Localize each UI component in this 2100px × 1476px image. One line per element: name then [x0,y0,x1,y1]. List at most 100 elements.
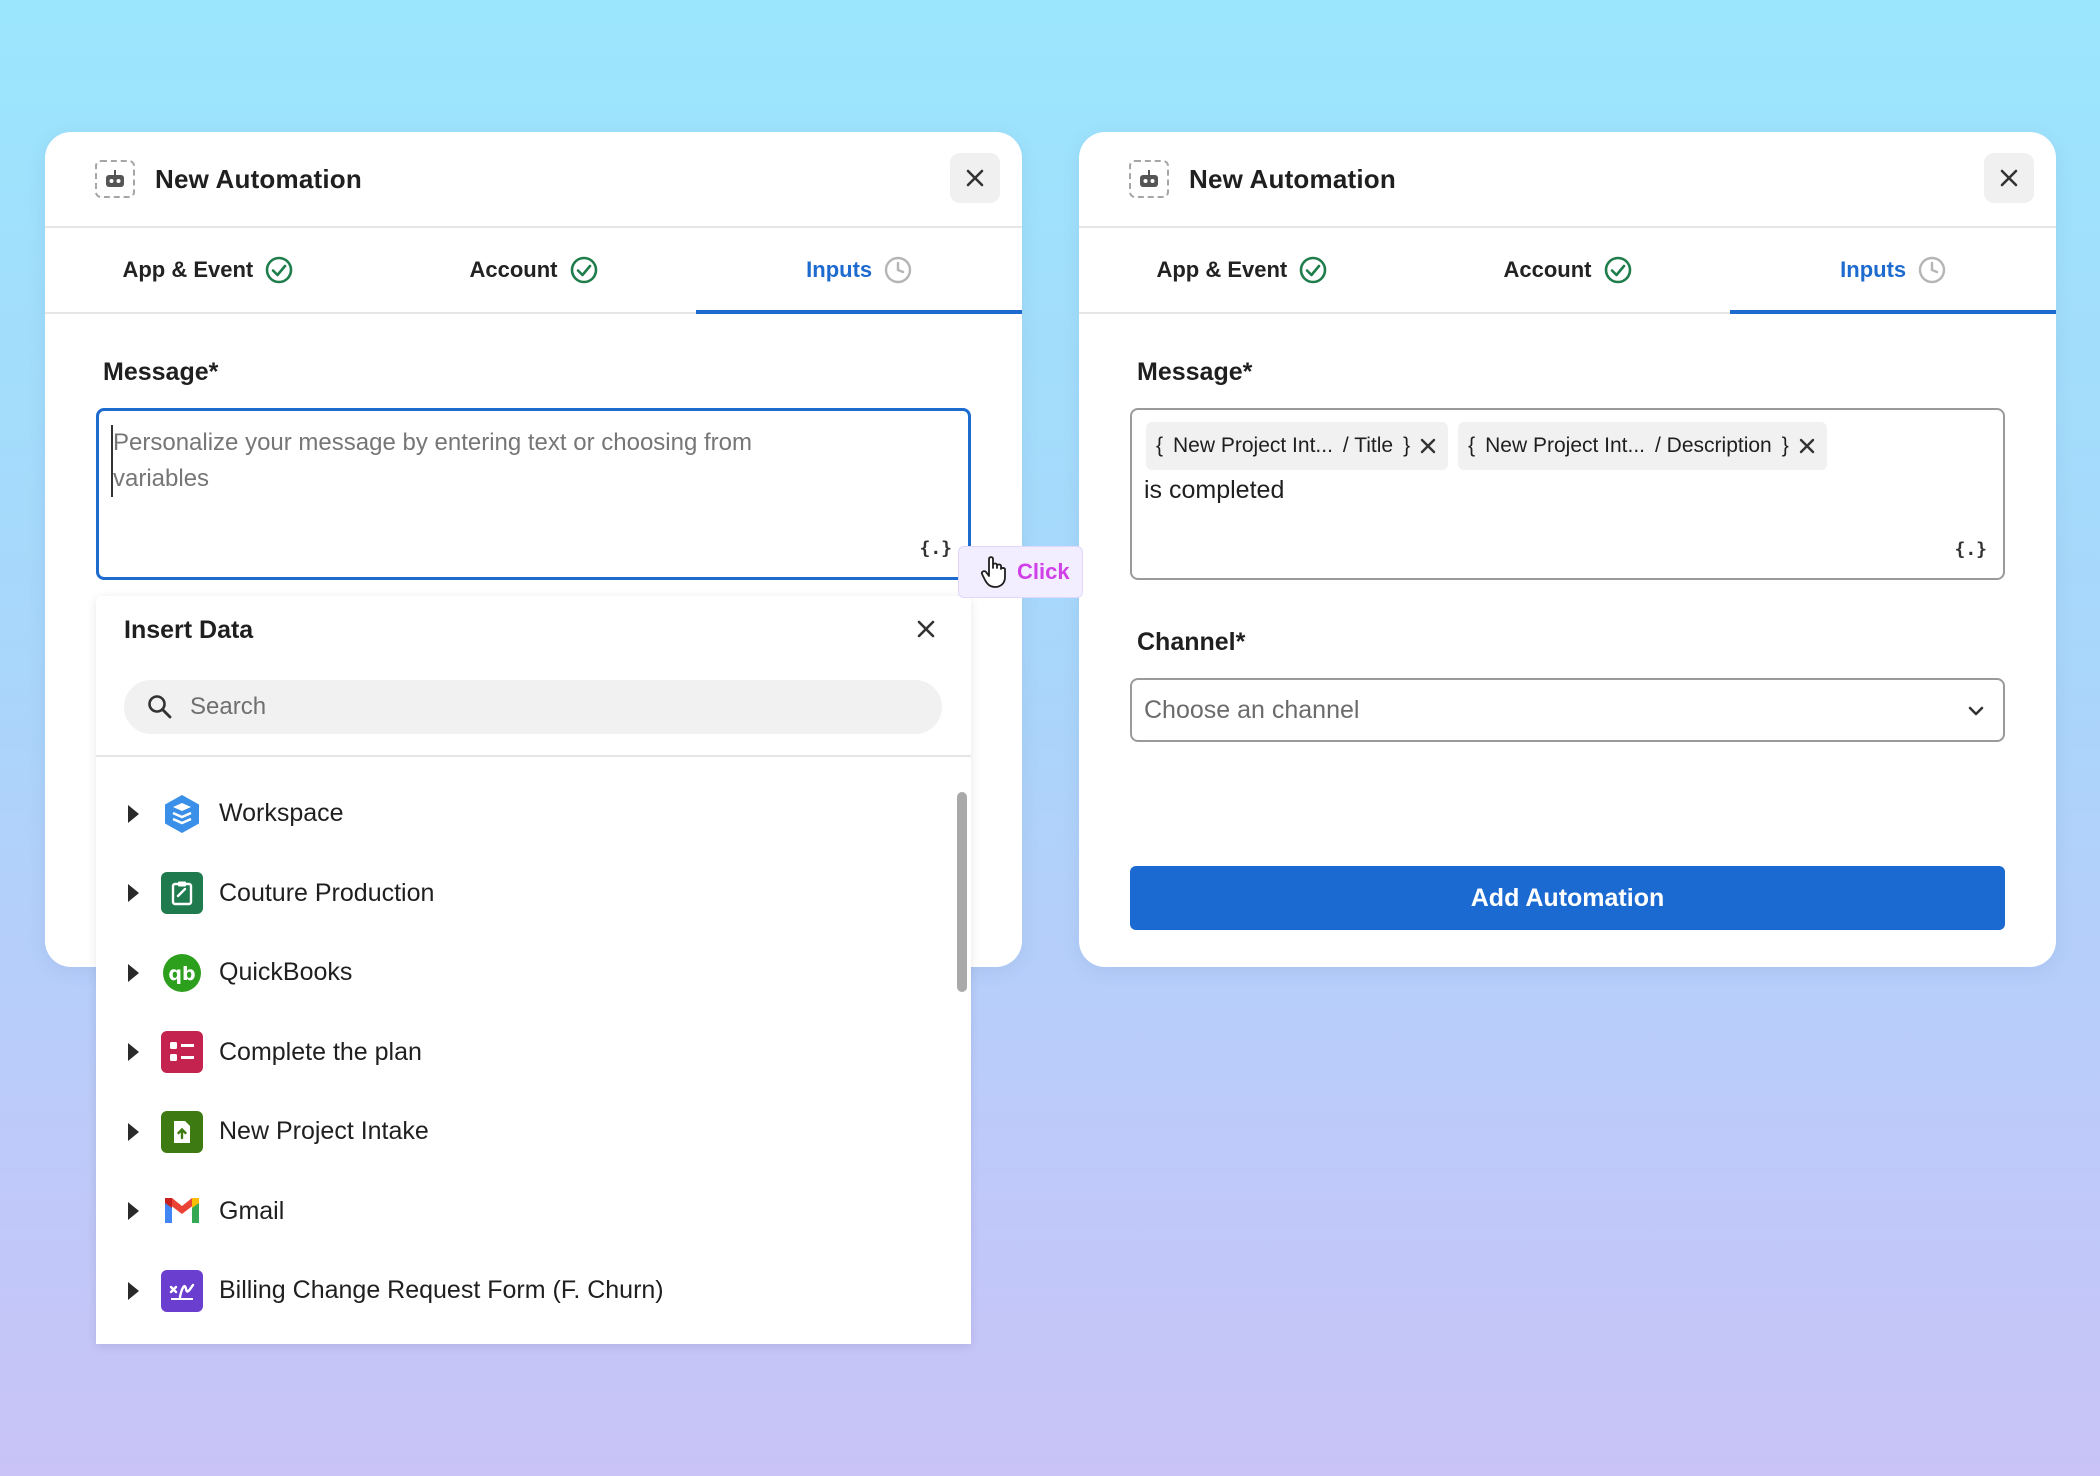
list-item[interactable]: Complete the plan [96,1013,971,1093]
list-item[interactable]: qb QuickBooks [96,933,971,1013]
search-placeholder: Search [190,693,267,720]
add-automation-button[interactable]: Add Automation [1130,866,2005,930]
expand-caret-icon[interactable] [128,884,139,903]
list-item[interactable]: Billing Change Request Form (F. Churn) [96,1251,971,1331]
expand-caret-icon[interactable] [128,1043,139,1062]
check-circle-icon [570,256,597,284]
remove-chip-button[interactable] [1420,438,1436,454]
robot-icon [1129,160,1169,198]
check-circle-icon [265,256,293,284]
remove-chip-button[interactable] [1799,438,1815,454]
message-label: Message* [103,358,219,386]
chip-brace-close: } [1781,434,1789,457]
close-button[interactable] [950,153,1000,203]
expand-caret-icon[interactable] [128,1122,139,1141]
chevron-down-icon [1968,706,1984,716]
tab-label: App & Event [122,257,254,282]
chip-brace-open: { [1156,434,1164,457]
tab-inputs[interactable]: Inputs [1730,228,2056,314]
insert-data-title: Insert Data [124,616,254,644]
insert-data-header: Insert Data [96,596,971,664]
gmail-icon [161,1190,203,1232]
divider [96,755,971,757]
item-label: Couture Production [219,878,435,907]
chip-source: New Project Int... [1173,434,1333,457]
robot-icon [95,160,135,198]
step-tabs: App & Event Account Inputs [1079,228,2056,314]
expand-caret-icon[interactable] [128,1202,139,1221]
search-input[interactable]: Search [124,680,942,734]
step-tabs: App & Event Account Inputs [45,228,1022,314]
variable-chip[interactable]: { New Project Int... / Description } [1458,422,1827,470]
message-label: Message* [1137,358,1253,386]
quickbooks-icon: qb [161,952,203,994]
tab-app-event[interactable]: App & Event [45,228,371,312]
click-hint: Click [958,546,1083,598]
close-icon [1799,438,1814,454]
item-label: Complete the plan [219,1037,422,1066]
close-icon [2000,169,2018,187]
insert-variable-button[interactable]: {.} [1954,539,1987,560]
item-label: New Project Intake [219,1117,429,1146]
panel-title: New Automation [1189,163,1396,194]
automation-panel-right: New Automation App & Event Account Input… [1079,132,2056,967]
chip-brace-open: { [1468,434,1476,457]
message-input[interactable]: { New Project Int... / Title } { New Pro… [1130,408,2005,580]
upload-doc-icon [161,1110,203,1153]
tab-app-event[interactable]: App & Event [1079,228,1405,312]
panel-header: New Automation [45,132,1022,228]
list-item[interactable]: New Project Intake [96,1092,971,1172]
close-button[interactable] [1984,153,2034,203]
insert-data-panel: Insert Data Search Workspace Couture Pro… [96,596,971,1344]
chip-field: / Description [1655,434,1772,457]
close-icon [966,169,984,187]
close-insert-data-button[interactable] [917,620,935,643]
item-label: QuickBooks [219,958,353,987]
clipboard-icon [161,872,203,915]
clock-icon [884,256,912,284]
channel-placeholder: Choose an channel [1144,695,1360,724]
panel-header: New Automation [1079,132,2056,228]
search-icon [148,695,172,719]
item-label: Billing Change Request Form (F. Churn) [219,1276,664,1305]
list-item[interactable]: Gmail [96,1172,971,1252]
workspace-icon [161,793,203,835]
variable-chips: { New Project Int... / Title } { New Pro… [1146,422,1827,470]
chip-field: / Title [1342,434,1394,457]
svg-text:qb: qb [168,963,195,985]
item-label: Gmail [219,1196,285,1225]
scrollbar[interactable] [957,792,967,992]
expand-caret-icon[interactable] [128,804,139,823]
list-item[interactable]: Workspace [96,774,971,854]
insert-variable-button[interactable]: {.} [919,538,952,559]
close-icon [1420,438,1436,454]
checklist-icon [161,1031,203,1074]
tab-label: Account [1503,257,1592,282]
close-icon [917,620,935,638]
tab-label: Account [469,257,558,282]
tab-label: App & Event [1156,257,1288,282]
tab-account[interactable]: Account [1405,228,1731,312]
check-circle-icon [1604,256,1631,284]
list-item[interactable]: Couture Production [96,854,971,934]
message-input[interactable]: Personalize your message by entering tex… [96,408,971,580]
expand-caret-icon[interactable] [128,963,139,982]
tab-inputs[interactable]: Inputs [696,228,1022,314]
channel-label: Channel* [1137,628,1246,656]
hand-cursor-icon [980,556,1006,588]
clock-icon [1918,256,1946,284]
channel-select[interactable]: Choose an channel [1130,678,2005,742]
expand-caret-icon[interactable] [128,1281,139,1300]
chip-brace-close: } [1403,434,1411,457]
tab-account[interactable]: Account [371,228,697,312]
variable-chip[interactable]: { New Project Int... / Title } [1146,422,1449,470]
insert-data-list: Workspace Couture Production qb QuickBoo… [96,774,971,1331]
message-text: is completed [1144,476,1285,504]
item-label: Workspace [219,799,344,828]
tab-label: Inputs [1840,257,1907,282]
tab-label: Inputs [806,257,873,282]
signature-icon [161,1269,203,1312]
check-circle-icon [1299,256,1327,284]
panel-title: New Automation [155,163,362,194]
message-placeholder: Personalize your message by entering tex… [111,425,848,497]
